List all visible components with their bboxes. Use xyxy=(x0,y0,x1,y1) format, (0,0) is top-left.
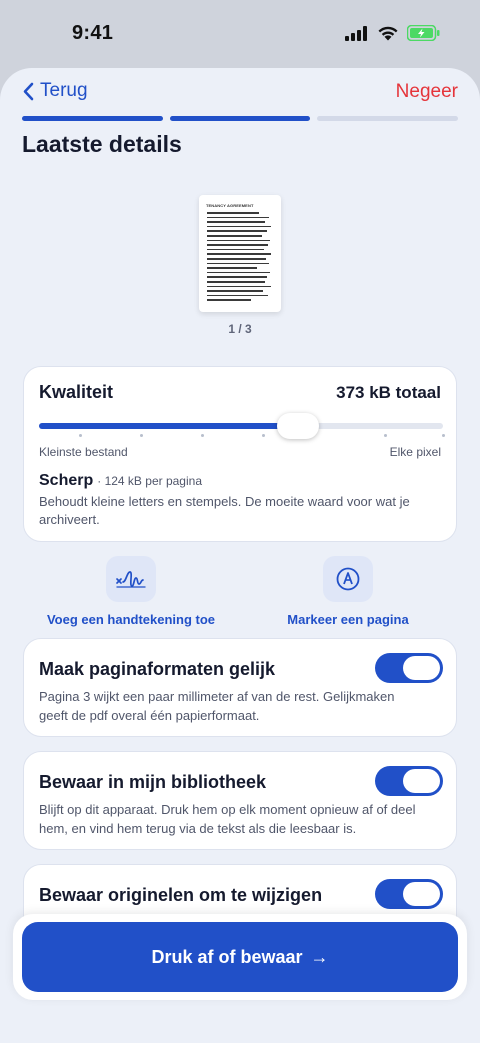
document-text-line xyxy=(207,244,268,246)
quality-level-detail: · 124 kB per pagina xyxy=(97,474,202,488)
nav-bar: Terug Negeer xyxy=(0,68,480,118)
save-to-library-title: Bewaar in mijn bibliotheek xyxy=(39,772,267,792)
page-title: Laatste details xyxy=(22,131,182,157)
document-text-line xyxy=(207,290,263,292)
equalize-page-size-card: Maak paginaformaten gelijk Pagina 3 wijk… xyxy=(23,638,457,737)
slider-tick xyxy=(442,434,445,437)
document-text-line xyxy=(207,239,270,242)
progress-step-3 xyxy=(317,116,459,121)
status-time: 9:41 xyxy=(72,22,114,44)
print-or-save-button[interactable]: Druk af of bewaar → xyxy=(22,922,458,992)
quality-level: Scherp · 124 kB per pagina xyxy=(39,472,202,490)
document-text-line xyxy=(207,216,269,219)
progress-step-1 xyxy=(22,116,163,121)
equalize-page-size-description: Pagina 3 wijkt een paar millimeter af va… xyxy=(39,689,395,723)
equalize-page-size-title: Maak paginaformaten gelijk xyxy=(39,659,276,679)
cellular-signal-icon xyxy=(345,25,367,41)
quality-total-size: 373 kB totaal xyxy=(336,383,441,402)
status-icons xyxy=(345,25,440,41)
markup-page-button[interactable]: Markeer een pagina xyxy=(268,556,428,627)
document-text-line xyxy=(207,294,268,297)
quality-slider[interactable] xyxy=(39,413,445,447)
document-text-line xyxy=(207,281,265,283)
quality-card: Kwaliteit 373 kB totaal Kleinste bestand… xyxy=(23,366,457,542)
quality-title: Kwaliteit xyxy=(39,382,114,402)
page-indicator: 1 / 3 xyxy=(228,322,252,336)
slider-tick xyxy=(140,434,143,437)
chevron-left-icon xyxy=(23,82,34,100)
document-text-line xyxy=(207,253,271,255)
toggle-thumb xyxy=(403,882,440,906)
skip-button[interactable]: Negeer xyxy=(396,81,458,103)
document-text-line xyxy=(207,276,267,278)
slider-tick xyxy=(201,434,204,437)
document-text-line xyxy=(207,262,269,265)
markup-page-label: Markeer een pagina xyxy=(287,612,409,627)
document-text-line xyxy=(207,299,251,301)
back-label: Terug xyxy=(40,80,88,101)
slider-tick xyxy=(384,434,387,437)
wifi-icon xyxy=(378,26,398,41)
quality-level-name: Scherp xyxy=(39,472,94,489)
document-text-line xyxy=(207,235,262,237)
document-text-line xyxy=(207,212,259,214)
slider-min-label: Kleinste bestand xyxy=(39,445,128,459)
slider-knob[interactable] xyxy=(276,413,319,439)
slider-max-label: Elke pixel xyxy=(389,445,441,459)
status-bar: 9:41 xyxy=(0,0,480,68)
toggle-thumb xyxy=(403,656,440,680)
document-text-line xyxy=(207,230,267,232)
document-text-line xyxy=(207,258,266,260)
signature-icon xyxy=(106,556,156,602)
keep-originals-toggle[interactable] xyxy=(375,879,443,909)
keep-originals-title: Bewaar originelen om te wijzigen xyxy=(39,885,323,905)
slider-tick xyxy=(79,434,82,437)
add-signature-label: Voeg een handtekening toe xyxy=(46,612,216,627)
app-screen: 9:41 Terug Negeer Laatste details TENANC… xyxy=(0,0,480,1043)
details-sheet: Terug Negeer Laatste details TENANCY AGR… xyxy=(0,68,480,1043)
progress-step-2 xyxy=(169,116,311,121)
markup-pen-icon xyxy=(323,556,373,602)
save-to-library-toggle[interactable] xyxy=(375,766,443,796)
quality-description: Behoudt kleine letters en stempels. De m… xyxy=(39,494,410,527)
slider-tick xyxy=(262,434,265,437)
step-progress xyxy=(22,116,459,121)
equalize-page-size-toggle[interactable] xyxy=(375,653,443,683)
cta-container: Druk af of bewaar → xyxy=(13,914,467,1000)
toggle-thumb xyxy=(403,769,440,793)
save-to-library-card: Bewaar in mijn bibliotheek Blijft op dit… xyxy=(23,751,457,850)
print-or-save-label: Druk af of bewaar xyxy=(151,946,303,967)
add-signature-button[interactable]: Voeg een handtekening toe xyxy=(29,556,233,627)
document-text-line xyxy=(207,285,271,288)
document-text-line xyxy=(207,271,270,274)
back-button[interactable]: Terug xyxy=(22,80,88,102)
slider-fill xyxy=(39,423,298,429)
document-preview[interactable]: TENANCY AGREEMENT xyxy=(199,195,281,312)
arrow-right-icon: → xyxy=(310,946,329,967)
document-text-line xyxy=(207,267,257,269)
battery-charging-icon xyxy=(407,25,440,41)
save-to-library-description: Blijft op dit apparaat. Druk hem op elk … xyxy=(39,802,416,836)
document-text-line xyxy=(207,221,265,223)
document-text-line xyxy=(207,225,271,228)
document-text-line xyxy=(207,248,264,251)
document-heading: TENANCY AGREEMENT xyxy=(206,203,254,208)
